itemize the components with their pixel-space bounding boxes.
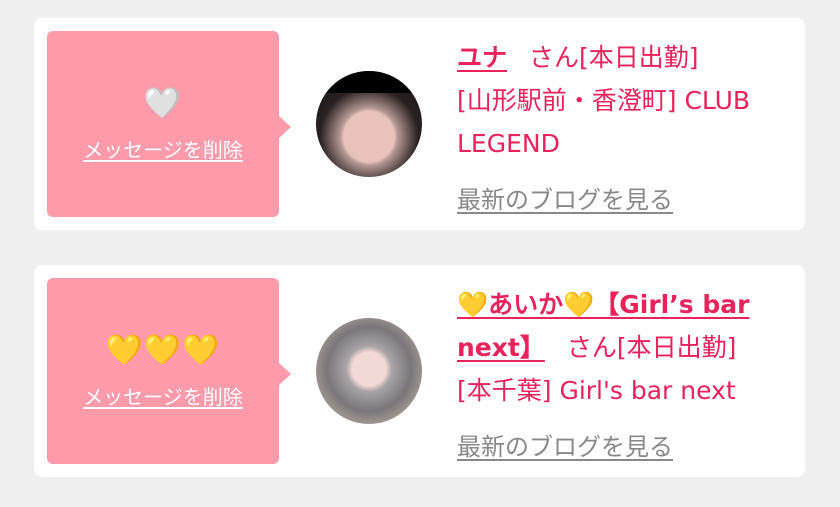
girl-info: 💛あいか💛【Girl’s bar next】 さん[本日出勤] [本千葉] Gir… [457,283,797,469]
avatar[interactable] [316,71,422,177]
white-heart-icon: 🤍 [143,85,183,121]
message-box: 🤍 メッセージを削除 [47,31,291,217]
girl-name-link[interactable]: ユナ [457,43,507,72]
delete-message-button[interactable]: メッセージを削除 [83,381,243,410]
message-card-2: 💛💛💛 メッセージを削除 💛あいか💛【Girl’s bar next】 さん[本日… [34,265,805,477]
girl-info: ユナ さん[本日出勤] [山形駅前・香澄町] CLUB LEGEND 最新のブログ… [457,36,797,222]
latest-blog-link[interactable]: 最新のブログを見る [457,179,673,222]
status-text: さん[本日出勤] [529,43,699,72]
delete-message-button[interactable]: メッセージを削除 [83,134,243,163]
avatar[interactable] [316,318,422,424]
yellow-heart-icon: 💛💛💛 [105,332,221,368]
latest-blog-link[interactable]: 最新のブログを見る [457,426,673,469]
message-box: 💛💛💛 メッセージを削除 [47,278,291,464]
shop-name: [山形駅前・香澄町] CLUB LEGEND [457,86,751,158]
status-text: さん[本日出勤] [566,333,737,362]
message-card-1: 🤍 メッセージを削除 ユナ さん[本日出勤] [山形駅前・香澄町] CLUB LE… [34,18,805,230]
shop-name: [本千葉] Girl's bar next [457,376,736,405]
